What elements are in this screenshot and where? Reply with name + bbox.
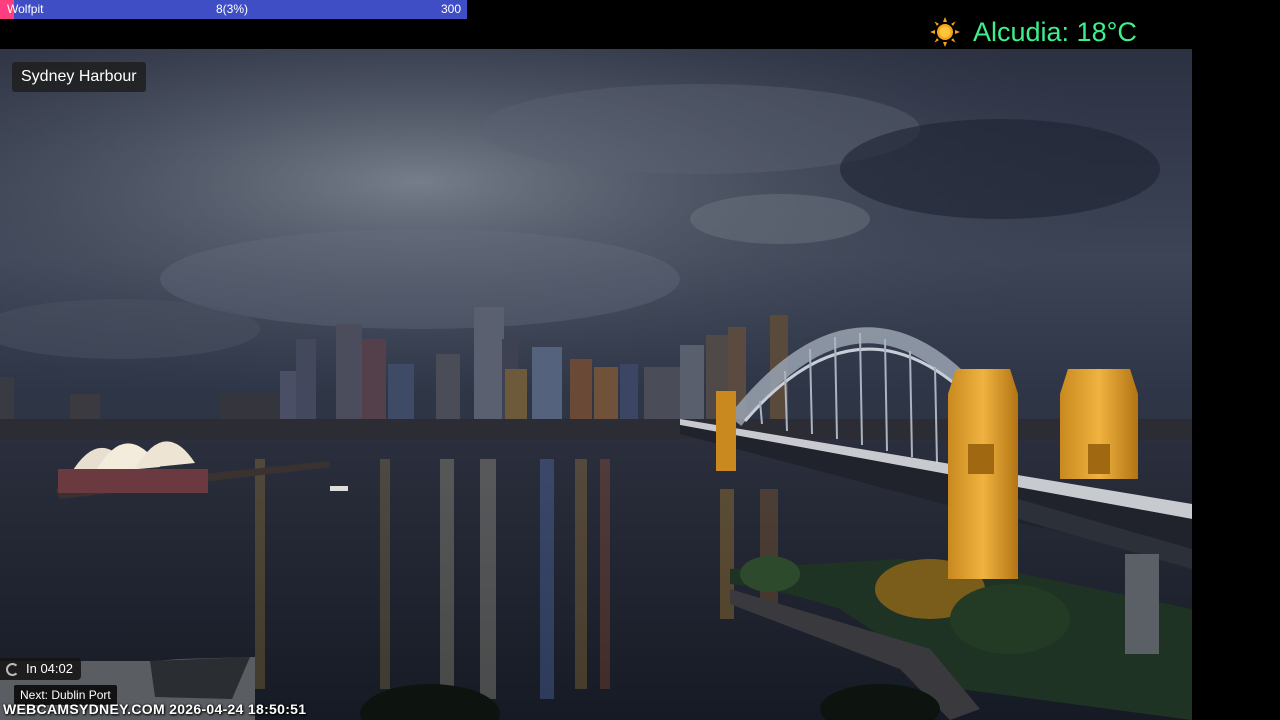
stream-viewport: Wolfpit 8(3%) 300 Alcudia: 18°C Sydney H… <box>0 0 1280 720</box>
loading-ring-icon <box>6 662 19 676</box>
countdown-text: In 04:02 <box>26 661 73 676</box>
sun-icon <box>930 17 960 47</box>
webcam-view: Sydney Harbour In 04:02 Next: Dublin Por… <box>0 49 1192 720</box>
progress-total: 300 <box>440 2 461 16</box>
harbour-scene <box>0 49 1192 720</box>
progress-playlist-name: Wolfpit <box>7 2 44 16</box>
next-camera-countdown: In 04:02 <box>0 658 81 680</box>
webcam-watermark: WEBCAMSYDNEY.COM 2026-04-24 18:50:51 <box>3 701 307 717</box>
playlist-progress-bar: Wolfpit 8(3%) 300 <box>0 0 467 19</box>
progress-count: 8(3%) <box>216 2 249 16</box>
camera-title: Sydney Harbour <box>12 62 146 92</box>
weather-text: Alcudia: 18°C <box>973 17 1137 47</box>
weather-widget: Alcudia: 18°C <box>930 14 1137 50</box>
